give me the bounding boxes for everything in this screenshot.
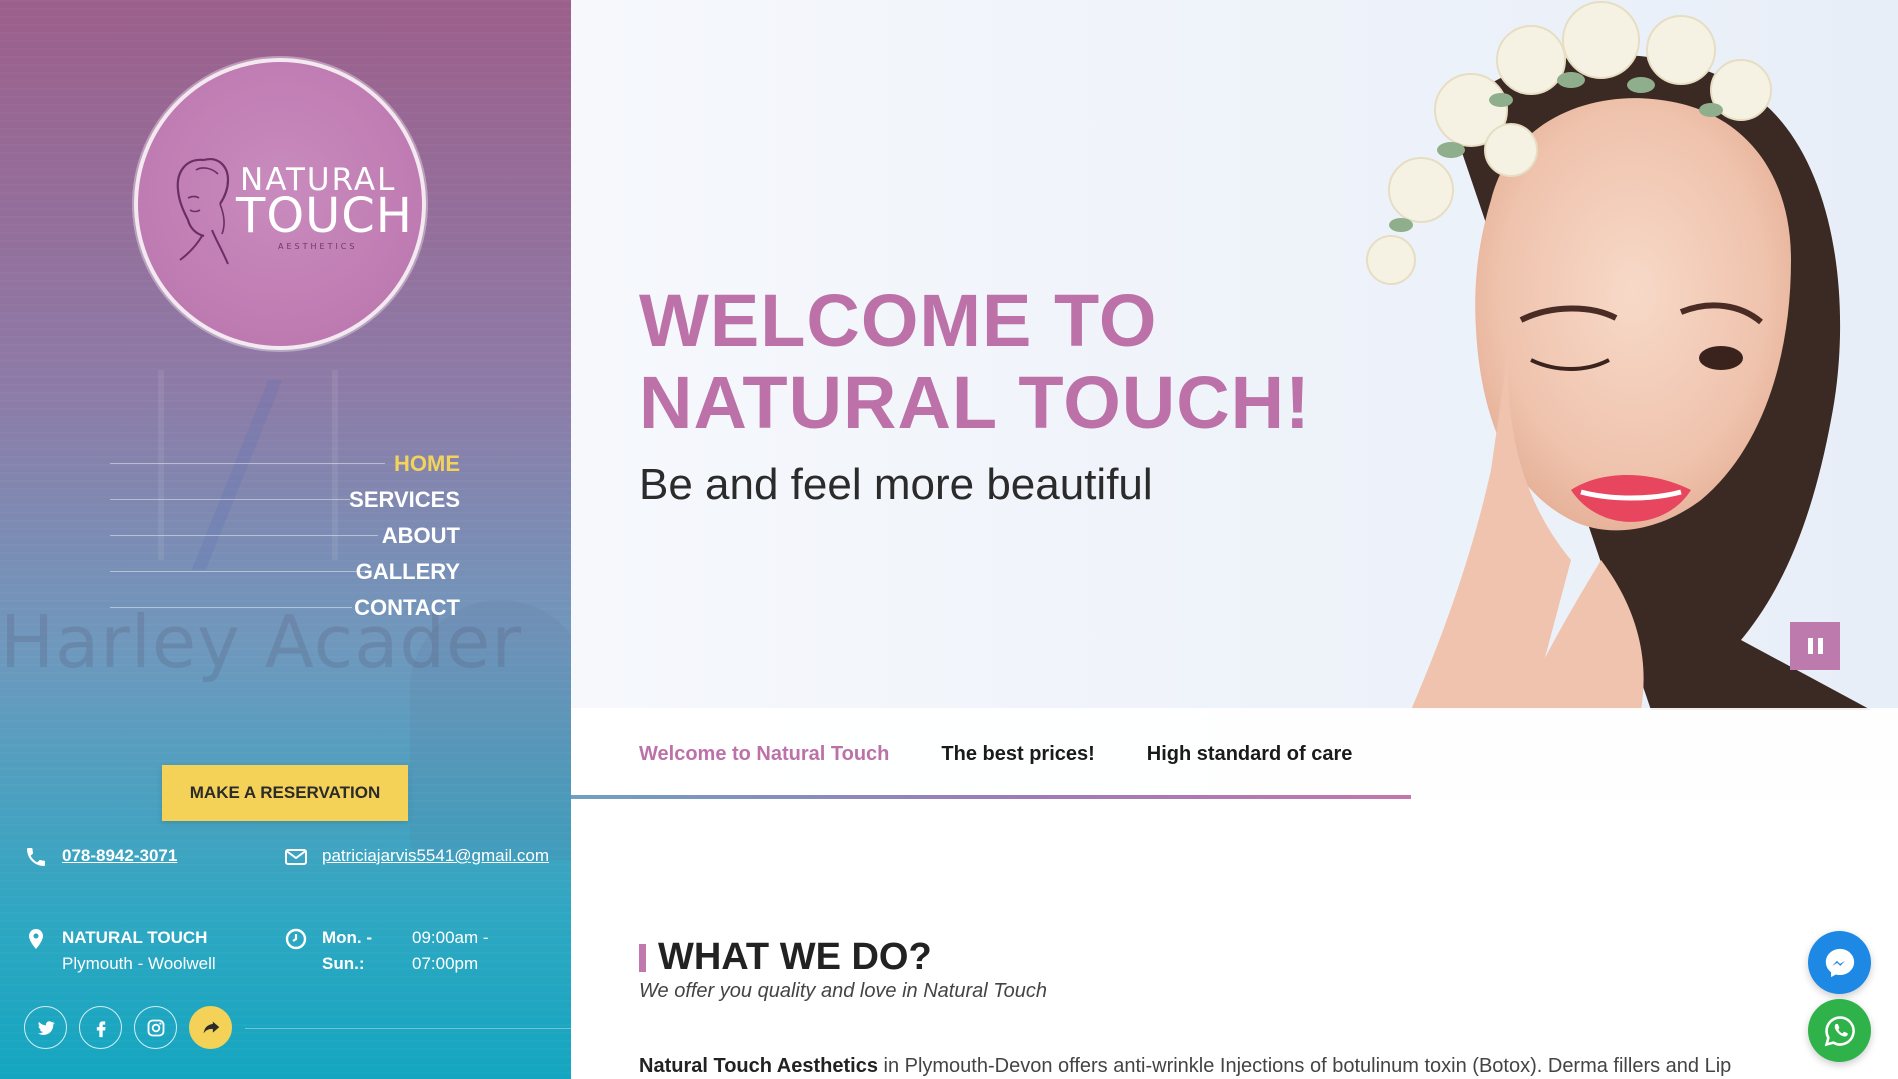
hours-days: Sun.:	[322, 954, 365, 973]
slider-progress-bar	[571, 795, 1411, 799]
nav-item-about[interactable]: ABOUT	[110, 518, 460, 554]
nav-line	[110, 607, 352, 608]
hours-days: Mon. -	[322, 928, 373, 947]
contact-hours: Mon. - Sun.: 09:00am - 07:00pm	[284, 925, 554, 981]
instagram-button[interactable]	[134, 1006, 177, 1049]
facebook-icon	[96, 1020, 106, 1037]
share-button[interactable]	[189, 1006, 232, 1049]
body-text: in Plymouth-Devon offers anti-wrinkle In…	[877, 1055, 1732, 1077]
nav-label: SERVICES	[349, 487, 460, 512]
location-pin-icon	[29, 929, 43, 949]
email-link[interactable]: patriciajarvis5541@gmail.com	[322, 846, 549, 865]
slider-pause-button[interactable]	[1790, 622, 1840, 670]
phone-icon	[27, 848, 45, 866]
clock-icon	[285, 928, 307, 950]
title-accent-bar	[639, 943, 646, 972]
logo-text-aesthetics: AESTHETICS	[278, 242, 358, 251]
face-logo-icon	[176, 158, 230, 265]
facebook-button[interactable]	[79, 1006, 122, 1049]
address-name: NATURAL TOUCH	[62, 928, 208, 947]
nav-item-contact[interactable]: CONTACT	[110, 590, 460, 626]
make-reservation-button[interactable]: MAKE A RESERVATION	[162, 765, 408, 821]
contact-phone: 078-8942-3071	[24, 843, 224, 873]
pause-icon	[1807, 638, 1813, 654]
slider-tabs: Welcome to Natural Touch The best prices…	[639, 708, 1352, 800]
phone-link[interactable]: 078-8942-3071	[62, 846, 177, 865]
divider	[245, 1028, 571, 1029]
nav-label: CONTACT	[354, 595, 460, 620]
section-title-text: WHAT WE DO?	[658, 936, 932, 978]
body-bold-text: Natural Touch Aesthetics	[639, 1055, 878, 1077]
envelope-icon	[285, 849, 307, 865]
logo[interactable]: NATURAL TOUCH AESTHETICS	[134, 58, 426, 350]
hero-title-line: WELCOME TO	[639, 279, 1158, 362]
hero-slider: WELCOME TO NATURAL TOUCH! Be and feel mo…	[571, 0, 1898, 800]
twitter-button[interactable]	[24, 1006, 67, 1049]
section-title: WHAT WE DO?	[639, 936, 932, 979]
share-icon	[203, 1021, 219, 1033]
contact-email: patriciajarvis5541@gmail.com	[284, 843, 554, 899]
hero-portrait-image	[1366, 1, 1871, 710]
nav-item-home[interactable]: HOME	[110, 446, 460, 482]
sidebar: Harley Acader NATURAL TOUCH AESTHETICS H…	[0, 0, 571, 1079]
slide-tab-high-standard[interactable]: High standard of care	[1147, 743, 1353, 766]
pause-icon	[1817, 638, 1823, 654]
logo-text-touch: TOUCH	[236, 188, 413, 244]
nav-line	[110, 499, 350, 500]
nav-item-gallery[interactable]: GALLERY	[110, 554, 460, 590]
whatsapp-icon	[1824, 1015, 1855, 1046]
whatsapp-chat-button[interactable]	[1808, 999, 1871, 1062]
nav-line	[110, 571, 372, 572]
instagram-icon	[147, 1019, 164, 1036]
nav-line	[110, 535, 378, 536]
section-body-text: Natural Touch Aesthetics in Plymouth-Dev…	[639, 1055, 1731, 1078]
nav-label: GALLERY	[355, 559, 460, 584]
nav-label: ABOUT	[381, 523, 460, 548]
social-links	[24, 1006, 232, 1049]
messenger-chat-button[interactable]	[1808, 931, 1871, 994]
nav-label: HOME	[394, 451, 460, 476]
contact-address: NATURAL TOUCH Plymouth - Woolwell	[24, 925, 254, 981]
hero-title: WELCOME TO NATURAL TOUCH!	[639, 280, 1311, 444]
hours-time: 09:00am -	[412, 928, 489, 947]
hero-subtitle: Be and feel more beautiful	[639, 460, 1153, 509]
hero-title-line: NATURAL TOUCH!	[639, 361, 1311, 444]
slide-tab-best-prices[interactable]: The best prices!	[941, 743, 1094, 766]
hours-time: 07:00pm	[412, 954, 479, 973]
section-subtitle: We offer you quality and love in Natural…	[639, 980, 1048, 1002]
main-navigation: HOME SERVICES ABOUT GALLERY CONTACT	[110, 446, 460, 626]
nav-line	[110, 463, 385, 464]
messenger-icon	[1825, 948, 1854, 977]
slide-tab-welcome[interactable]: Welcome to Natural Touch	[639, 743, 889, 766]
what-we-do-section: WHAT WE DO? We offer you quality and lov…	[571, 800, 1898, 1079]
twitter-icon	[37, 1020, 55, 1035]
address-line: Plymouth - Woolwell	[62, 954, 216, 973]
nav-item-services[interactable]: SERVICES	[110, 482, 460, 518]
slider-tabs-bar: Welcome to Natural Touch The best prices…	[571, 708, 1898, 800]
